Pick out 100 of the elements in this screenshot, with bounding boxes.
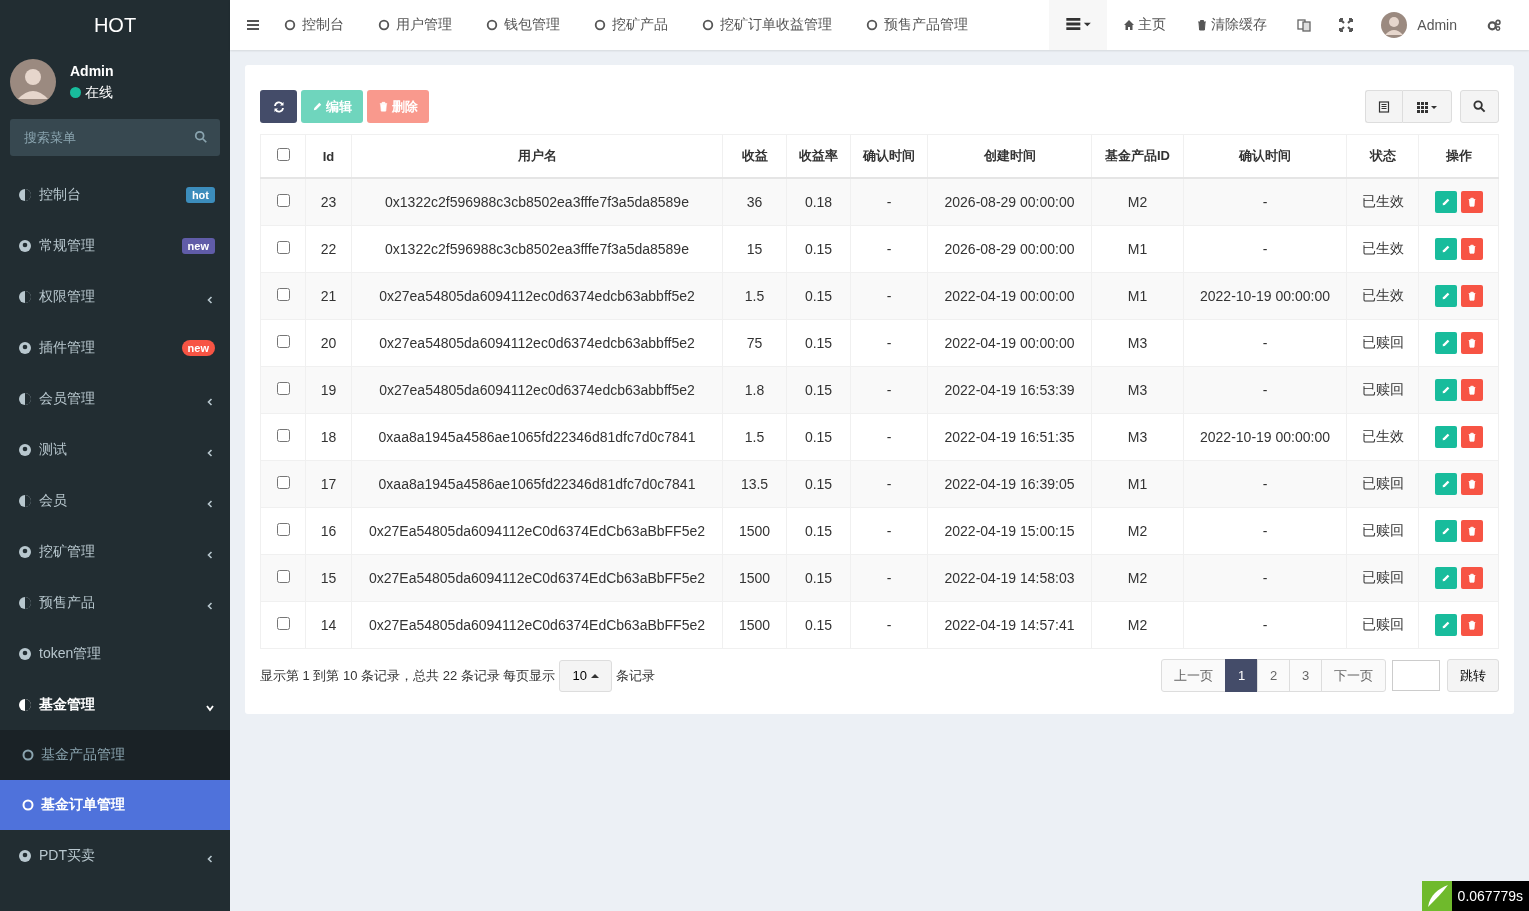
nav-tab[interactable]: 预售产品管理 bbox=[866, 16, 968, 34]
row-checkbox[interactable] bbox=[276, 476, 290, 489]
row-checkbox[interactable] bbox=[276, 335, 290, 348]
sidebar-item[interactable]: token管理 bbox=[0, 628, 230, 679]
table-cell: 36 bbox=[722, 178, 787, 226]
nav-tab[interactable]: 控制台 bbox=[284, 16, 344, 34]
sidebar-item[interactable]: 会员管理 bbox=[0, 373, 230, 424]
sidebar-item[interactable]: 预售产品 bbox=[0, 577, 230, 628]
columns-dropdown-button[interactable] bbox=[1402, 90, 1452, 123]
search-icon bbox=[1473, 100, 1486, 113]
select-all-checkbox[interactable] bbox=[276, 148, 290, 161]
nav-tab[interactable]: 挖矿订单收益管理 bbox=[702, 16, 832, 34]
delete-row-button[interactable] bbox=[1460, 614, 1483, 636]
edit-row-button[interactable] bbox=[1434, 426, 1457, 448]
table-cell: 0.15 bbox=[786, 225, 851, 273]
table-cell: - bbox=[1183, 601, 1347, 649]
menu-dropdown-button[interactable] bbox=[1049, 0, 1108, 50]
row-checkbox[interactable] bbox=[276, 523, 290, 536]
sidebar-item[interactable]: 常规管理 new bbox=[0, 220, 230, 271]
menu-icon bbox=[18, 187, 32, 202]
table-cell: 21 bbox=[305, 272, 352, 320]
page-button[interactable]: 1 bbox=[1225, 659, 1258, 692]
gears-icon[interactable] bbox=[1487, 18, 1501, 32]
edit-row-button[interactable] bbox=[1434, 567, 1457, 589]
page-button[interactable]: 2 bbox=[1257, 659, 1290, 692]
sidebar-item[interactable]: 测试 bbox=[0, 424, 230, 475]
sidebar-item[interactable]: 插件管理 new bbox=[0, 322, 230, 373]
delete-row-button[interactable] bbox=[1460, 379, 1483, 401]
edit-row-button[interactable] bbox=[1434, 520, 1457, 542]
edit-row-button[interactable] bbox=[1434, 473, 1457, 495]
table-cell: 0.15 bbox=[786, 554, 851, 602]
table-cell: - bbox=[1183, 178, 1347, 226]
edit-row-button[interactable] bbox=[1434, 191, 1457, 213]
delete-row-button[interactable] bbox=[1460, 520, 1483, 542]
menu-icon bbox=[18, 646, 32, 661]
clear-cache-link[interactable]: 清除缓存 bbox=[1196, 16, 1268, 34]
table-cell: 1500 bbox=[722, 601, 787, 649]
sidebar-item[interactable]: 控制台 hot bbox=[0, 169, 230, 220]
translate-icon[interactable] bbox=[1297, 18, 1312, 32]
edit-row-button[interactable] bbox=[1434, 379, 1457, 401]
prev-page-button[interactable]: 上一页 bbox=[1161, 659, 1226, 692]
table-cell: 0x1322c2f596988c3cb8502ea3fffe7f3a5da8589e bbox=[351, 225, 723, 273]
table-cell: 已赎回 bbox=[1346, 366, 1419, 414]
submenu-item[interactable]: 基金产品管理 bbox=[0, 730, 230, 780]
sidebar-item[interactable]: 挖矿管理 bbox=[0, 526, 230, 577]
menu-search-field[interactable]: 搜索菜单 bbox=[10, 119, 220, 156]
nav-tab[interactable]: 用户管理 bbox=[378, 16, 452, 34]
edit-row-button[interactable] bbox=[1434, 238, 1457, 260]
delete-row-button[interactable] bbox=[1460, 238, 1483, 260]
sidebar-item[interactable]: 权限管理 bbox=[0, 271, 230, 322]
row-checkbox[interactable] bbox=[276, 288, 290, 301]
search-icon bbox=[194, 130, 208, 144]
page-number-field[interactable] bbox=[1392, 660, 1440, 691]
delete-row-button[interactable] bbox=[1460, 191, 1483, 213]
row-checkbox[interactable] bbox=[276, 194, 290, 207]
table-cell: 1.8 bbox=[722, 366, 787, 414]
menu-icon bbox=[18, 595, 32, 610]
delete-row-button[interactable] bbox=[1460, 332, 1483, 354]
trash-icon bbox=[1466, 620, 1477, 630]
delete-row-button[interactable] bbox=[1460, 473, 1483, 495]
trash-icon bbox=[1196, 19, 1209, 31]
next-page-button[interactable]: 下一页 bbox=[1321, 659, 1386, 692]
jump-button[interactable]: 跳转 bbox=[1447, 659, 1499, 692]
table-cell: 2022-04-19 16:51:35 bbox=[927, 413, 1092, 461]
row-checkbox[interactable] bbox=[276, 429, 290, 442]
edit-row-button[interactable] bbox=[1434, 285, 1457, 307]
menu-icon bbox=[18, 697, 32, 712]
menu-icon[interactable] bbox=[246, 19, 260, 31]
records-label: 条记录 bbox=[615, 666, 655, 685]
debug-timer[interactable]: 0.067779s bbox=[1421, 881, 1529, 911]
edit-row-button[interactable] bbox=[1434, 332, 1457, 354]
home-link[interactable]: 主页 bbox=[1123, 16, 1167, 34]
delete-row-button[interactable] bbox=[1460, 567, 1483, 589]
view-toggle-button[interactable] bbox=[1365, 90, 1402, 123]
search-button[interactable] bbox=[1460, 90, 1499, 123]
delete-row-button[interactable] bbox=[1460, 285, 1483, 307]
edit-row-button[interactable] bbox=[1434, 614, 1457, 636]
table-cell: 1500 bbox=[722, 554, 787, 602]
row-checkbox[interactable] bbox=[276, 570, 290, 583]
nav-tab[interactable]: 钱包管理 bbox=[486, 16, 560, 34]
page-button[interactable]: 3 bbox=[1289, 659, 1322, 692]
table-cell: - bbox=[850, 554, 928, 602]
circle-icon bbox=[486, 19, 498, 31]
table-cell: - bbox=[1183, 225, 1347, 273]
submenu-item[interactable]: 基金订单管理 bbox=[0, 780, 230, 830]
row-checkbox[interactable] bbox=[276, 617, 290, 630]
delete-row-button[interactable] bbox=[1460, 426, 1483, 448]
table-cell: - bbox=[1183, 554, 1347, 602]
user-menu[interactable]: Admin bbox=[1381, 12, 1457, 38]
row-checkbox[interactable] bbox=[276, 241, 290, 254]
sidebar-item[interactable]: 会员 bbox=[0, 475, 230, 526]
circle-icon bbox=[594, 19, 606, 31]
sidebar-item[interactable]: PDT买卖 bbox=[0, 830, 230, 881]
sidebar-item[interactable]: 基金管理 bbox=[0, 679, 230, 730]
nav-tab[interactable]: 挖矿产品 bbox=[594, 16, 668, 34]
page-size-dropdown[interactable]: 10 bbox=[559, 659, 612, 692]
row-checkbox[interactable] bbox=[276, 382, 290, 395]
refresh-button[interactable] bbox=[260, 90, 297, 123]
table-cell: M1 bbox=[1091, 460, 1184, 508]
fullscreen-icon[interactable] bbox=[1339, 18, 1354, 32]
